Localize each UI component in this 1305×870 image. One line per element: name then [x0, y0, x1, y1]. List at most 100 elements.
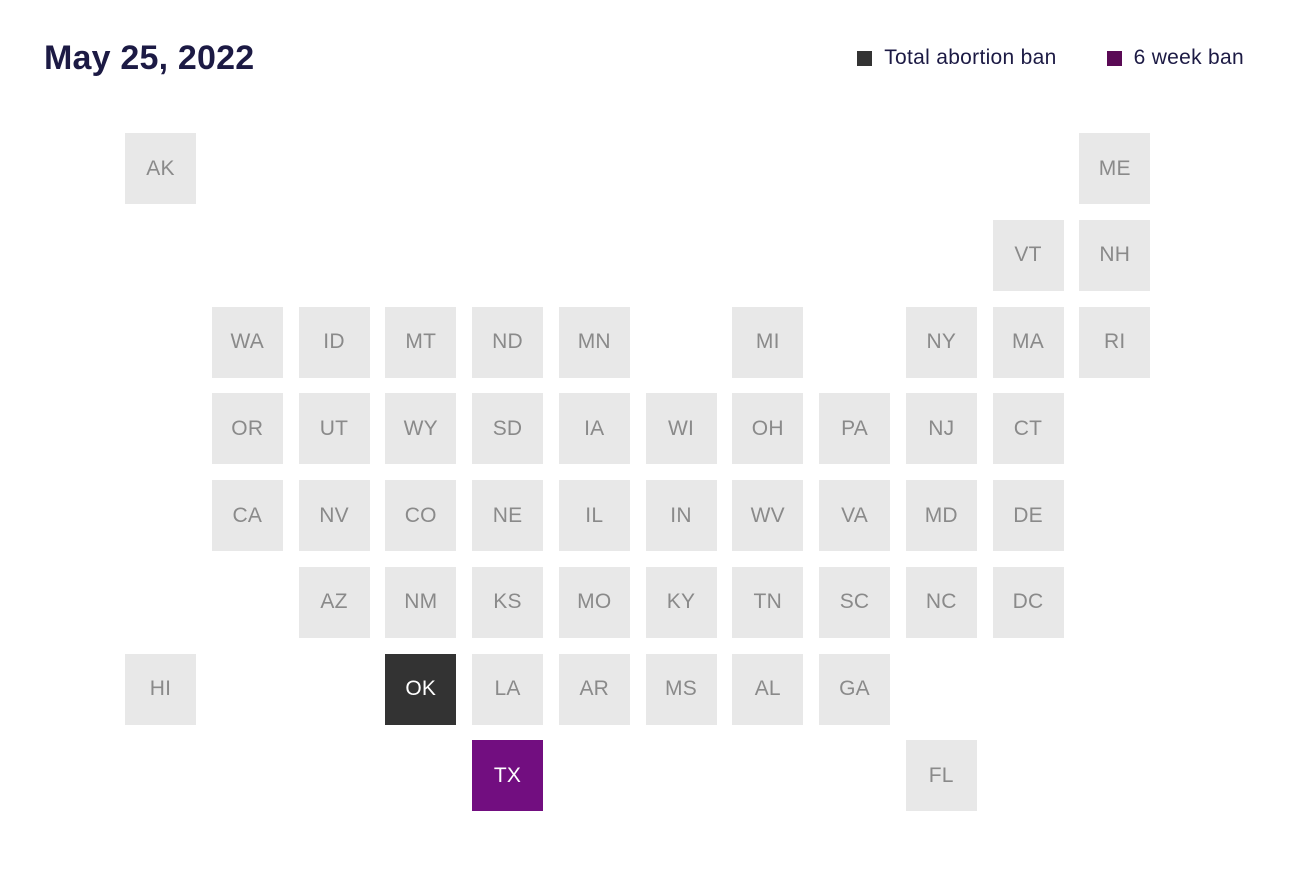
- state-label: MT: [405, 330, 437, 353]
- state-label: NJ: [928, 416, 955, 440]
- state-tile-ri[interactable]: RI: [1079, 306, 1151, 378]
- state-label: NV: [319, 503, 349, 527]
- state-label: MN: [577, 330, 611, 353]
- state-tile-nd[interactable]: ND: [472, 306, 543, 378]
- state-tile-in[interactable]: IN: [645, 480, 717, 551]
- state-tile-ms[interactable]: MS: [645, 653, 717, 725]
- state-tile-id[interactable]: ID: [298, 306, 370, 378]
- state-tile-fl[interactable]: FL: [905, 740, 977, 812]
- state-tile-mt[interactable]: MT: [385, 306, 457, 378]
- state-label: MD: [924, 503, 958, 527]
- state-tile-sc[interactable]: SC: [819, 566, 890, 638]
- state-tile-dc[interactable]: DC: [992, 566, 1064, 638]
- state-label: MS: [665, 677, 697, 700]
- state-tile-hi[interactable]: HI: [125, 653, 196, 725]
- state-label: AR: [579, 677, 610, 700]
- state-label: HI: [149, 677, 172, 700]
- state-tile-ma[interactable]: MA: [992, 306, 1064, 378]
- state-label: NC: [925, 590, 957, 614]
- state-tile-mi[interactable]: MI: [732, 306, 804, 378]
- state-tile-ct[interactable]: CT: [992, 393, 1064, 465]
- state-label: PA: [841, 416, 868, 440]
- state-label: OR: [231, 416, 264, 440]
- state-label: OK: [405, 677, 437, 700]
- state-label: IL: [585, 503, 604, 527]
- state-tile-ga[interactable]: GA: [819, 653, 890, 725]
- state-tile-wv[interactable]: WV: [732, 480, 804, 551]
- state-tile-tx[interactable]: TX: [472, 740, 543, 812]
- state-tile-wy[interactable]: WY: [385, 393, 457, 465]
- state-label: ID: [323, 330, 345, 353]
- state-label: GA: [839, 677, 870, 700]
- state-tile-nj[interactable]: NJ: [905, 393, 977, 465]
- state-tile-md[interactable]: MD: [905, 480, 977, 551]
- state-label: CO: [404, 503, 437, 527]
- state-label: FL: [928, 763, 954, 787]
- state-tile-il[interactable]: IL: [558, 480, 630, 551]
- state-label: SC: [839, 590, 870, 614]
- state-tile-oh[interactable]: OH: [732, 393, 804, 465]
- state-tile-nh[interactable]: NH: [1079, 219, 1151, 291]
- state-label: VT: [1014, 243, 1042, 267]
- state-label: AK: [146, 156, 175, 180]
- state-label: IA: [584, 416, 605, 440]
- state-tile-ok[interactable]: OK: [385, 653, 457, 725]
- state-label: NH: [1099, 243, 1131, 267]
- state-label: ME: [1098, 156, 1131, 180]
- state-tile-ar[interactable]: AR: [558, 653, 630, 725]
- state-tile-tn[interactable]: TN: [732, 566, 804, 638]
- state-tile-ia[interactable]: IA: [558, 393, 630, 465]
- state-label: IN: [670, 503, 692, 527]
- state-tile-ak[interactable]: AK: [125, 133, 196, 204]
- state-label: MA: [1012, 330, 1044, 353]
- state-tile-sd[interactable]: SD: [472, 393, 543, 465]
- state-label: WA: [230, 330, 264, 353]
- state-tile-ne[interactable]: NE: [472, 480, 543, 551]
- state-tile-va[interactable]: VA: [819, 480, 890, 551]
- state-tile-de[interactable]: DE: [992, 480, 1064, 551]
- state-label: MI: [755, 330, 780, 353]
- state-tile-nm[interactable]: NM: [385, 566, 457, 638]
- state-tile-co[interactable]: CO: [385, 480, 457, 551]
- state-tile-la[interactable]: LA: [472, 653, 543, 725]
- state-tile-me[interactable]: ME: [1079, 133, 1151, 204]
- state-label: KY: [666, 590, 696, 614]
- state-tile-nv[interactable]: NV: [298, 480, 370, 551]
- state-tile-ky[interactable]: KY: [645, 566, 717, 638]
- state-tile-nc[interactable]: NC: [905, 566, 977, 638]
- state-label: WI: [667, 416, 695, 440]
- state-tile-ny[interactable]: NY: [905, 306, 977, 378]
- state-label: NY: [926, 330, 957, 353]
- state-tile-ut[interactable]: UT: [298, 393, 370, 465]
- state-tile-az[interactable]: AZ: [298, 566, 370, 638]
- state-tile-mn[interactable]: MN: [558, 306, 630, 378]
- state-label: DC: [1012, 590, 1044, 614]
- state-tile-vt[interactable]: VT: [992, 219, 1064, 291]
- state-tile-ks[interactable]: KS: [472, 566, 543, 638]
- state-tile-ca[interactable]: CA: [211, 480, 283, 551]
- state-label: OH: [751, 416, 784, 440]
- state-label: ND: [492, 330, 523, 353]
- state-tile-map: AK ME VT NH WA ID MT ND MN MI NY MA RI OR UT WY SD IA WI OH…: [0, 0, 1305, 870]
- state-label: RI: [1104, 330, 1126, 353]
- state-tile-pa[interactable]: PA: [819, 393, 890, 465]
- state-label: NM: [404, 590, 438, 614]
- state-tile-al[interactable]: AL: [732, 653, 804, 725]
- state-tile-wi[interactable]: WI: [645, 393, 717, 465]
- state-tile-or[interactable]: OR: [211, 393, 283, 465]
- state-label: LA: [494, 677, 521, 700]
- state-label: MO: [577, 590, 612, 614]
- state-label: NE: [492, 503, 523, 527]
- state-label: UT: [319, 416, 349, 440]
- state-label: CA: [232, 503, 263, 527]
- state-label: WY: [403, 416, 438, 440]
- state-tile-wa[interactable]: WA: [211, 306, 283, 378]
- state-label: AZ: [320, 590, 348, 614]
- state-label: AL: [754, 677, 781, 700]
- state-tile-mo[interactable]: MO: [558, 566, 630, 638]
- state-label: SD: [492, 416, 523, 440]
- state-label: KS: [493, 590, 522, 614]
- state-label: WV: [750, 503, 785, 527]
- state-label: TX: [493, 763, 522, 787]
- state-label: CT: [1013, 416, 1043, 440]
